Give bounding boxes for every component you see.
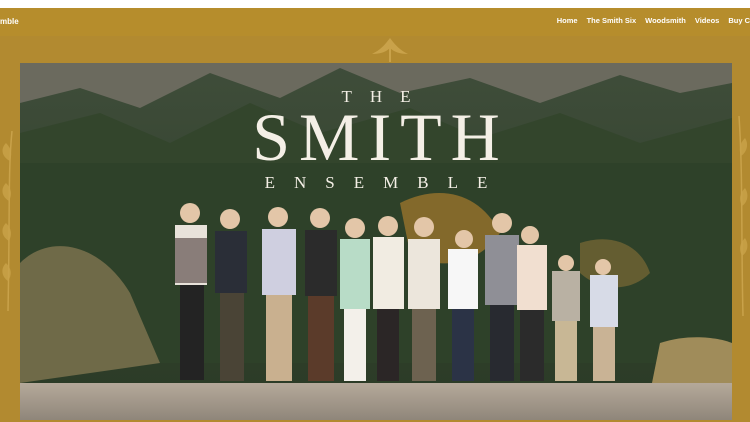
hero-title: THE SMITH ENSEMBLE xyxy=(20,63,732,203)
site-header: mble Home The Smith Six Woodsmith Videos… xyxy=(0,8,750,36)
browser-top-strip xyxy=(0,0,750,8)
right-branch-ornament-icon xyxy=(738,116,748,316)
nav-the-smith-six[interactable]: The Smith Six xyxy=(587,16,637,25)
nav-videos[interactable]: Videos xyxy=(695,16,719,25)
leaf-ornament-icon xyxy=(372,38,408,62)
nav-buy[interactable]: Buy C xyxy=(728,16,750,25)
nav-woodsmith[interactable]: Woodsmith xyxy=(645,16,686,25)
main-nav: Home The Smith Six Woodsmith Videos Buy … xyxy=(557,16,750,25)
nav-home[interactable]: Home xyxy=(557,16,578,25)
title-ensemble: ENSEMBLE xyxy=(264,173,507,192)
hero-photo: THE SMITH ENSEMBLE xyxy=(20,63,732,420)
site-brand[interactable]: mble xyxy=(0,17,19,26)
left-branch-ornament-icon xyxy=(2,131,13,311)
title-smith: SMITH xyxy=(252,99,509,175)
